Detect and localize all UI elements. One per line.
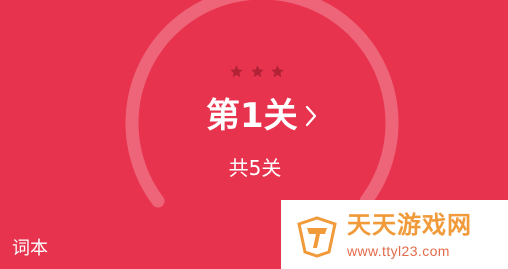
watermark-logo-icon — [297, 216, 337, 258]
level-title: 第1关 — [206, 96, 298, 136]
watermark-name: 天天游戏网 — [347, 211, 472, 239]
wordbook-link[interactable]: 词本 — [12, 236, 48, 262]
star-icon — [250, 64, 264, 77]
star-icon — [230, 64, 243, 77]
level-stars — [229, 63, 285, 79]
level-1-button[interactable]: 第1关 — [206, 94, 318, 138]
star-icon — [271, 64, 284, 77]
level-count-label: 共5关 — [228, 156, 282, 180]
level-select-screen: 第1关 共5关 词本 天天游戏网 www.ttyl23.com — [0, 0, 508, 269]
site-watermark: 天天游戏网 www.ttyl23.com — [281, 200, 508, 269]
chevron-right-icon — [305, 105, 316, 127]
watermark-url: www.ttyl23.com — [347, 243, 450, 259]
